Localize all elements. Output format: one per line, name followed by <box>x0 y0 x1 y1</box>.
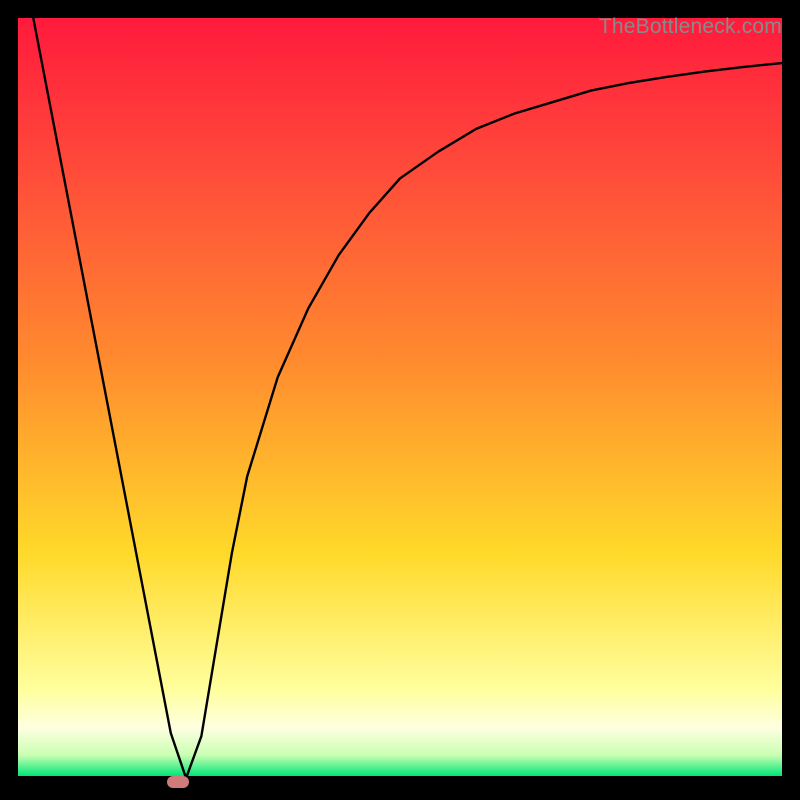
chart-plot-area <box>18 18 782 782</box>
optimal-point-marker <box>167 776 189 788</box>
watermark-text: TheBottleneck.com <box>599 15 782 39</box>
chart-frame: TheBottleneck.com <box>18 18 782 782</box>
bottleneck-curve-line <box>33 18 782 778</box>
